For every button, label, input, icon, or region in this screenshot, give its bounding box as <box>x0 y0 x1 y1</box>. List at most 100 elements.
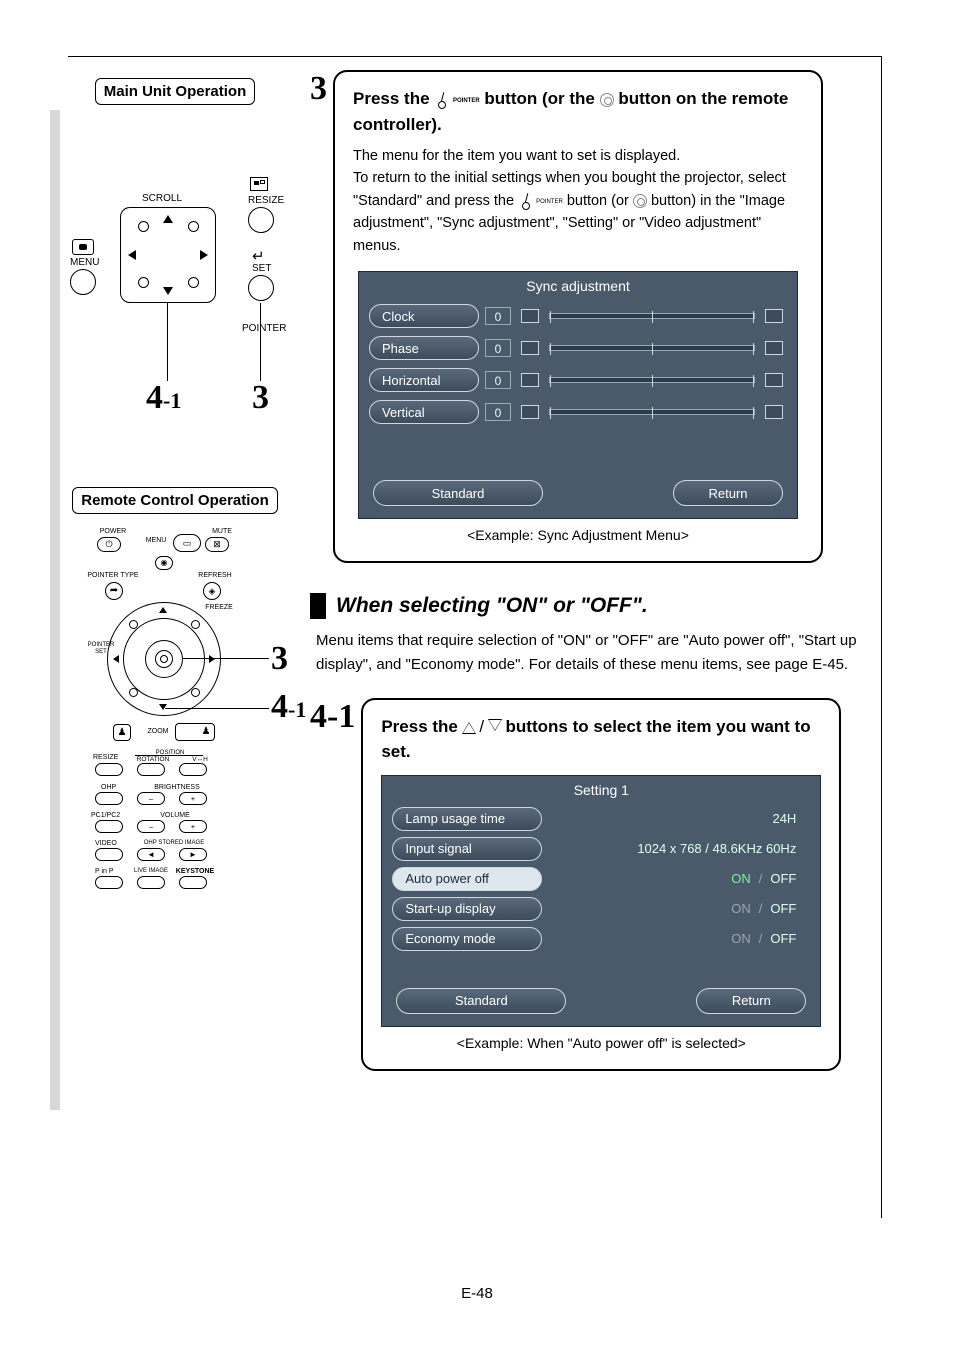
scroll-up-icon <box>163 215 173 223</box>
callout-4-1: 4-1 <box>146 379 181 417</box>
pointer-type-button[interactable]: ➦ <box>105 582 123 600</box>
pointer-icon <box>518 193 532 207</box>
remote-callout-3: 3 <box>271 640 288 678</box>
remote-control-operation-label: Remote Control Operation <box>72 487 278 514</box>
set-button[interactable] <box>248 275 274 301</box>
osd-slider[interactable] <box>549 313 755 319</box>
setting-row-autopoweroff[interactable]: Auto power off ON / OFF <box>382 864 820 894</box>
separator: / <box>759 871 763 886</box>
connector-line <box>165 708 269 709</box>
pointer-set-label: POINTERSET <box>85 642 117 655</box>
video-label: VIDEO <box>95 840 117 847</box>
dpad-right-icon <box>209 655 215 663</box>
osd-title: Setting 1 <box>382 776 820 804</box>
osd-label: Clock <box>369 304 479 328</box>
live-button[interactable] <box>137 876 165 889</box>
scroll-right-icon <box>200 250 208 260</box>
vh-button[interactable] <box>179 763 207 776</box>
pointer-icon <box>434 92 448 106</box>
vh-label: V↔H <box>185 756 215 763</box>
sidebar-stripe <box>50 110 60 1110</box>
pc-button[interactable] <box>95 820 123 833</box>
off-option: OFF <box>770 901 796 916</box>
down-icon <box>765 405 783 419</box>
osd-row-vertical: Vertical 0 <box>359 396 797 428</box>
pointer-caption: POINTER <box>453 98 480 104</box>
pinp-label: P in P <box>95 868 114 875</box>
osd-row-clock: Clock 0 <box>359 300 797 332</box>
circle-button-icon <box>600 93 614 107</box>
menu-button[interactable]: ▭ <box>173 534 201 552</box>
separator: / <box>759 901 763 916</box>
menu-button[interactable] <box>70 269 96 295</box>
step-3-number: 3 <box>310 70 327 108</box>
right-column: 3 Press the POINTER button (or the butto… <box>310 70 894 1071</box>
scroll-down-icon <box>163 287 173 295</box>
pointer-caption: POINTER <box>536 199 563 205</box>
wide-icon <box>765 341 783 355</box>
section-on-off-body: Menu items that require selection of "ON… <box>310 629 894 676</box>
on-option: ON <box>731 931 751 946</box>
ohp-stored-label: OHP STORED IMAGE <box>135 840 213 846</box>
menu-label: MENU <box>70 257 99 268</box>
return-button[interactable]: Return <box>673 480 783 506</box>
osd-slider[interactable] <box>549 345 755 351</box>
setting-label: Economy mode <box>392 927 542 951</box>
power-button[interactable]: ⏻ <box>97 537 121 552</box>
callout-3: 3 <box>252 379 269 417</box>
brightness-label: BRIGHTNESS <box>149 784 205 791</box>
rotation-button[interactable] <box>137 763 165 776</box>
pinp-button[interactable] <box>95 876 123 889</box>
refresh-button[interactable]: ◈ <box>203 582 221 600</box>
standard-button[interactable]: Standard <box>396 988 566 1014</box>
mute-button[interactable]: ⊠ <box>205 537 229 552</box>
volume-minus-button[interactable]: – <box>137 820 165 833</box>
osd-slider[interactable] <box>549 409 755 415</box>
stored-prev-button[interactable]: ◄ <box>137 848 165 861</box>
setting-row-startup[interactable]: Start-up display ON / OFF <box>382 894 820 924</box>
volume-plus-button[interactable]: + <box>179 820 207 833</box>
pointer-type-label: POINTER TYPE <box>85 572 141 579</box>
osd-slider[interactable] <box>549 377 755 383</box>
dpad-up-icon <box>159 607 167 613</box>
sub-menu-button[interactable]: ◉ <box>155 556 173 570</box>
remote-center-button[interactable] <box>145 640 183 678</box>
zoom-person2-icon: ♟ <box>197 724 215 741</box>
ohp-label: OHP <box>101 784 116 791</box>
section-bar-icon <box>310 593 326 619</box>
resize-button[interactable] <box>95 763 123 776</box>
connector-line <box>183 658 269 659</box>
example-caption: <Example: When "Auto power off" is selec… <box>381 1035 821 1051</box>
resize-label: RESIZE <box>248 195 284 206</box>
return-button[interactable]: Return <box>696 988 806 1014</box>
pc-label: PC1/PC2 <box>91 812 120 819</box>
keystone-button[interactable] <box>179 876 207 889</box>
brightness-plus-button[interactable]: + <box>179 792 207 805</box>
circle-button-icon <box>633 194 647 208</box>
ohp-button[interactable] <box>95 792 123 805</box>
setting-label: Input signal <box>392 837 542 861</box>
scroll-left-icon <box>128 250 136 260</box>
setting-value: 24H <box>542 811 810 826</box>
narrow-icon <box>521 341 539 355</box>
volume-label: VOLUME <box>155 812 195 819</box>
zoom-label: ZOOM <box>143 728 173 735</box>
osd-title: Sync adjustment <box>359 272 797 300</box>
refresh-label: REFRESH <box>193 572 237 579</box>
setting-row-economy[interactable]: Economy mode ON / OFF <box>382 924 820 954</box>
resize-icon <box>250 177 268 191</box>
setting-label: Lamp usage time <box>392 807 542 831</box>
standard-button[interactable]: Standard <box>373 480 543 506</box>
setting-row-input: Input signal 1024 x 768 / 48.6KHz 60Hz <box>382 834 820 864</box>
stored-next-button[interactable]: ► <box>179 848 207 861</box>
connector-line <box>167 303 168 381</box>
up-icon <box>521 405 539 419</box>
resize-button[interactable] <box>248 207 274 233</box>
brightness-minus-button[interactable]: – <box>137 792 165 805</box>
main-unit-diagram: SCROLL RESIZE MENU <box>60 119 290 449</box>
video-button[interactable] <box>95 848 123 861</box>
on-option: ON <box>731 901 751 916</box>
dpad-down-icon <box>159 704 167 710</box>
remote-diagram: POWER ⏻ MENU ▭ MUTE ⊠ ◉ POINTER TYPE REF… <box>85 528 265 928</box>
wide-icon <box>765 309 783 323</box>
